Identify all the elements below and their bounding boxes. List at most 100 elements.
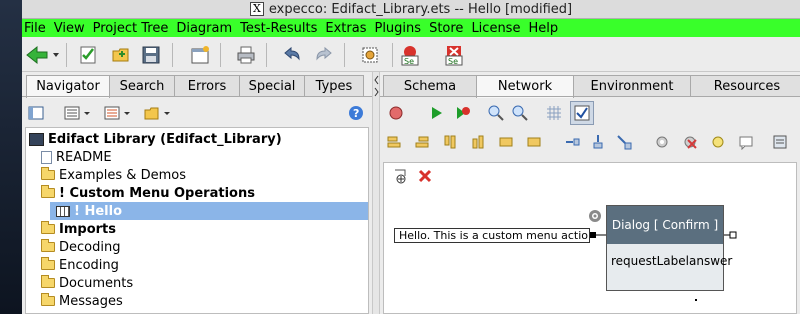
- back-arrow-icon[interactable]: [24, 43, 62, 67]
- align-top-icon[interactable]: [438, 130, 462, 154]
- align-bottom-icon[interactable]: [466, 130, 490, 154]
- menu-help[interactable]: Help: [528, 21, 558, 36]
- sidebar-toggle-icon[interactable]: [24, 101, 48, 125]
- tree-root[interactable]: Edifact Library (Edifact_Library): [29, 130, 282, 148]
- tab-network[interactable]: Network: [476, 75, 574, 98]
- remove-icon[interactable]: [678, 130, 702, 154]
- favorites-folder-dropdown-icon[interactable]: [142, 101, 176, 125]
- tree-item-label: ! Hello: [74, 203, 122, 219]
- add-step-icon[interactable]: [392, 167, 410, 185]
- run-icon[interactable]: [424, 101, 448, 125]
- window-title: expecco: Edifact_Library.ets -- Hello [m…: [268, 1, 573, 17]
- connect-down-icon[interactable]: [586, 130, 610, 154]
- menu-file[interactable]: File: [24, 21, 46, 36]
- tree-item-messages[interactable]: Messages: [41, 292, 123, 310]
- printer-icon[interactable]: [234, 43, 258, 67]
- document-icon: [41, 150, 52, 164]
- dialog-confirm-block[interactable]: Dialog [ Confirm ] requestLabel answer: [606, 205, 732, 291]
- gear-icon[interactable]: [586, 207, 604, 225]
- svg-text:?: ?: [353, 107, 359, 120]
- delete-step-icon[interactable]: [416, 167, 434, 185]
- tree-item-label: Messages: [59, 293, 123, 309]
- menu-plugins[interactable]: Plugins: [374, 21, 421, 36]
- tree-item-label: Imports: [59, 221, 116, 237]
- tab-schema[interactable]: Schema: [383, 75, 477, 97]
- folder-icon: [41, 275, 55, 288]
- tree-item-hello[interactable]: ! Hello: [50, 202, 368, 220]
- constant-value-box[interactable]: Hello. This is a custom menu action: [394, 228, 590, 243]
- align-middle-icon[interactable]: [522, 130, 546, 154]
- menu-extras[interactable]: Extras: [325, 21, 366, 36]
- tree-item-custom-menu-operations[interactable]: ! Custom Menu Operations: [41, 184, 255, 202]
- tree-root-label: Edifact Library (Edifact_Library): [48, 131, 282, 147]
- network-toolbar-row1: [380, 98, 800, 125]
- tree-item-label: Examples & Demos: [59, 167, 186, 183]
- menu-store[interactable]: Store: [429, 21, 463, 36]
- list-view-dropdown-icon[interactable]: [62, 101, 96, 125]
- selenium-stop-icon[interactable]: Se: [442, 43, 466, 67]
- network-toolbar-row2: [380, 127, 800, 154]
- panel-splitter[interactable]: [372, 72, 380, 314]
- tree-item-encoding[interactable]: Encoding: [41, 256, 119, 274]
- menu-test-results[interactable]: Test-Results: [240, 21, 317, 36]
- help-icon[interactable]: ?: [344, 101, 368, 125]
- zoom-in-icon[interactable]: [484, 101, 508, 125]
- connect-right-icon[interactable]: [560, 130, 584, 154]
- highlight-icon[interactable]: [706, 130, 730, 154]
- folder-icon: [41, 239, 55, 252]
- checklist-icon[interactable]: [76, 43, 100, 67]
- selenium-record-icon[interactable]: Se: [398, 43, 422, 67]
- tree-item-examples[interactable]: Examples & Demos: [41, 166, 186, 184]
- tab-search[interactable]: Search: [109, 75, 175, 97]
- debug-icon[interactable]: [450, 101, 474, 125]
- align-center-icon[interactable]: [494, 130, 518, 154]
- tree-item-label: Encoding: [59, 257, 119, 273]
- network-canvas[interactable]: Hello. This is a custom menu action Dial…: [383, 162, 797, 314]
- tree-item-label: ! Custom Menu Operations: [59, 185, 255, 201]
- redo-icon[interactable]: [312, 43, 336, 67]
- tab-special[interactable]: Special: [239, 75, 305, 97]
- save-icon[interactable]: [139, 43, 163, 67]
- new-window-icon[interactable]: [188, 43, 212, 67]
- svg-text:Se: Se: [448, 57, 458, 66]
- tree-item-label: Documents: [59, 275, 134, 291]
- tick-mark: [695, 299, 697, 301]
- menu-diagram[interactable]: Diagram: [176, 21, 232, 36]
- folder-icon: [41, 293, 55, 306]
- tab-errors[interactable]: Errors: [174, 75, 240, 97]
- folder-icon: [41, 257, 55, 270]
- folder-icon: [41, 167, 55, 180]
- tab-types[interactable]: Types: [304, 75, 364, 97]
- menu-view[interactable]: View: [54, 21, 85, 36]
- stop-icon[interactable]: [384, 101, 408, 125]
- checklist-dropdown-icon[interactable]: [102, 101, 136, 125]
- tab-environment[interactable]: Environment: [573, 75, 691, 97]
- inspect-icon[interactable]: [358, 43, 382, 67]
- open-folder-icon[interactable]: [109, 43, 133, 67]
- snap-checkbox-icon[interactable]: [570, 101, 594, 125]
- menu-project-tree[interactable]: Project Tree: [93, 21, 169, 36]
- tab-resources[interactable]: Resources: [690, 75, 800, 97]
- align-right-icon[interactable]: [410, 130, 434, 154]
- package-icon: [29, 132, 44, 146]
- grid-icon[interactable]: [542, 101, 566, 125]
- comment-icon[interactable]: [734, 130, 758, 154]
- undo-icon[interactable]: [280, 43, 304, 67]
- tree-item-readme[interactable]: README: [41, 148, 112, 166]
- tree-item-documents[interactable]: Documents: [41, 274, 133, 292]
- menu-license[interactable]: License: [471, 21, 520, 36]
- connect-diagonal-icon[interactable]: [612, 130, 636, 154]
- project-tree: Edifact Library (Edifact_Library) README…: [25, 127, 369, 314]
- tree-item-label: README: [56, 149, 112, 165]
- align-left-icon[interactable]: [382, 130, 406, 154]
- tab-navigator[interactable]: Navigator: [26, 75, 110, 98]
- settings-icon[interactable]: [650, 130, 674, 154]
- desktop-background: [0, 0, 22, 314]
- diagram-icon: [56, 205, 70, 217]
- properties-icon[interactable]: [768, 130, 792, 154]
- tree-item-imports[interactable]: Imports: [41, 220, 116, 238]
- editor-tabs: Schema Network Environment Resources: [383, 75, 800, 98]
- zoom-out-icon[interactable]: [508, 101, 532, 125]
- tree-item-decoding[interactable]: Decoding: [41, 238, 120, 256]
- navigator-tabs: Navigator Search Errors Special Types: [26, 75, 364, 98]
